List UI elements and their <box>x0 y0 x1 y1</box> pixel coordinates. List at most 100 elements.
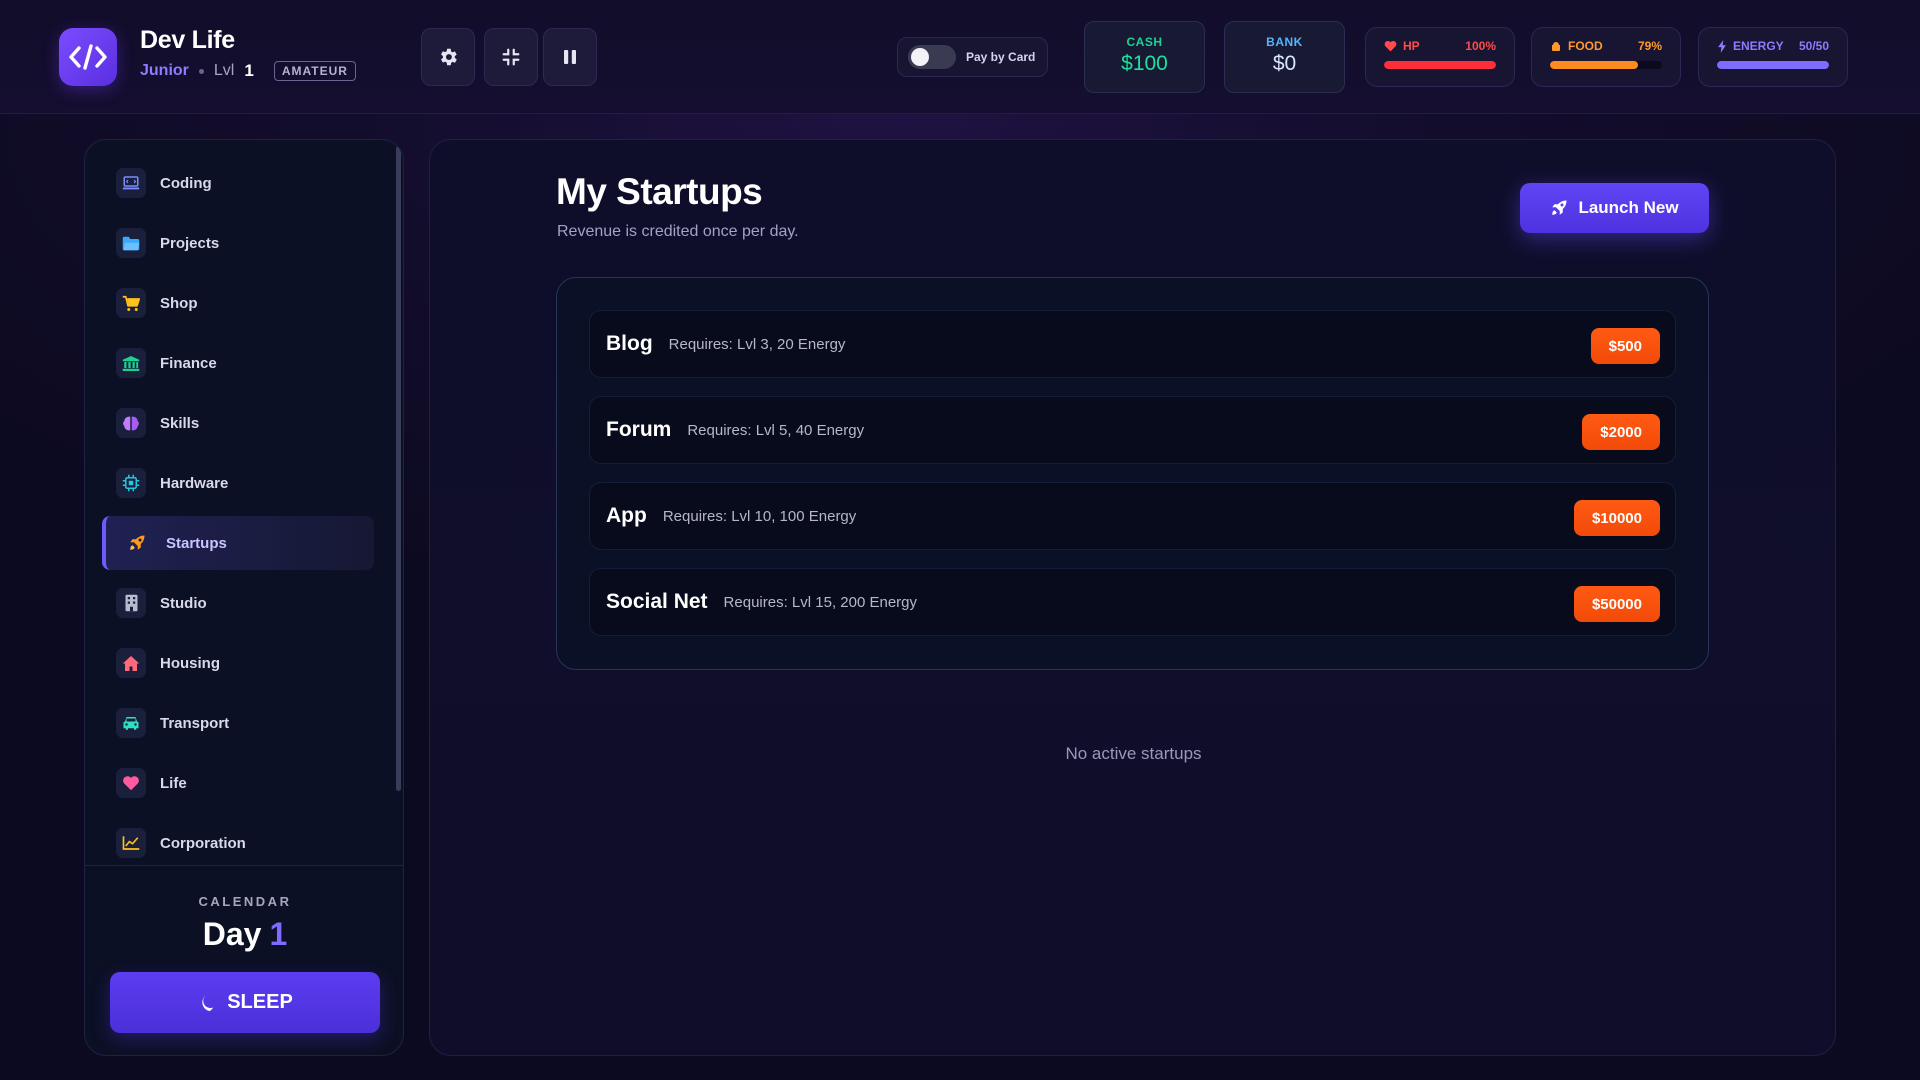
sidebar-item-label: Skills <box>160 414 200 432</box>
pause-icon <box>564 50 576 64</box>
chart-icon <box>122 836 140 850</box>
hp-label: HP <box>1403 39 1420 53</box>
sidebar-item-studio[interactable]: Studio <box>102 576 374 630</box>
buy-startup-button[interactable]: $10000 <box>1573 500 1660 536</box>
moon-icon <box>202 993 214 1011</box>
player-rank: Junior <box>140 62 189 79</box>
heart-icon <box>123 776 139 791</box>
startup-option-blog: Blog Requires: Lvl 3, 20 Energy $500 <box>589 310 1676 378</box>
launch-new-button[interactable]: Launch New <box>1520 183 1709 233</box>
app-title: Dev Life <box>140 26 235 54</box>
startup-name: Blog <box>606 332 653 355</box>
sidebar: Coding Projects Shop Finance Skills Hard… <box>84 139 404 1056</box>
top-bar: Dev Life Junior Lvl 1 AMATEUR Pay by Car… <box>0 0 1920 114</box>
sidebar-item-projects[interactable]: Projects <box>102 216 374 270</box>
page-subtitle: Revenue is credited once per day. <box>557 223 799 240</box>
sidebar-item-housing[interactable]: Housing <box>102 636 374 690</box>
energy-label: ENERGY <box>1733 39 1784 53</box>
startup-requirements: Requires: Lvl 3, 20 Energy <box>668 335 846 353</box>
heart-icon <box>1384 40 1397 52</box>
cash-label: CASH <box>1126 35 1163 49</box>
hp-value: 100% <box>1465 39 1496 53</box>
sidebar-item-label: Projects <box>160 234 220 252</box>
tier-badge: AMATEUR <box>273 61 356 81</box>
sidebar-item-label: Finance <box>160 354 217 372</box>
empty-state-text: No active startups <box>1065 744 1202 763</box>
pay-by-card-toggle[interactable]: Pay by Card <box>897 37 1048 77</box>
energy-stat: ENERGY 50/50 <box>1698 27 1848 87</box>
toggle-switch[interactable] <box>908 45 956 69</box>
sidebar-item-skills[interactable]: Skills <box>102 396 374 450</box>
sidebar-item-label: Startups <box>166 534 227 552</box>
sidebar-item-coding[interactable]: Coding <box>102 156 374 210</box>
pause-button[interactable] <box>543 28 597 86</box>
cash-value: $100 <box>1121 52 1168 75</box>
gear-icon <box>441 48 457 66</box>
sidebar-item-label: Transport <box>160 714 230 732</box>
sleep-button[interactable]: SLEEP <box>110 972 380 1033</box>
energy-bar <box>1717 61 1829 69</box>
pay-by-card-label: Pay by Card <box>966 50 1036 64</box>
energy-value: 50/50 <box>1798 39 1829 53</box>
buy-startup-button[interactable]: $2000 <box>1582 414 1660 450</box>
bank-display: BANK $0 <box>1224 21 1345 93</box>
calendar-label: CALENDAR <box>198 894 292 909</box>
level-label: Lvl <box>213 62 235 79</box>
food-stat: FOOD 79% <box>1531 27 1681 87</box>
food-bar <box>1550 61 1662 69</box>
fullscreen-exit-button[interactable] <box>484 28 538 86</box>
page-title: My Startups <box>556 171 763 212</box>
sidebar-item-life[interactable]: Life <box>102 756 374 810</box>
code-icon <box>69 44 107 70</box>
empty-state-message: No active startups <box>430 744 1837 764</box>
startup-requirements: Requires: Lvl 15, 200 Energy <box>723 593 917 611</box>
startup-name: App <box>606 504 647 527</box>
sidebar-item-shop[interactable]: Shop <box>102 276 374 330</box>
car-icon <box>123 717 139 730</box>
rocket-icon <box>1552 200 1567 215</box>
sidebar-item-label: Hardware <box>160 474 229 492</box>
day-label: Day <box>202 916 262 952</box>
sidebar-item-transport[interactable]: Transport <box>102 696 374 750</box>
divider <box>85 865 403 866</box>
sidebar-item-label: Housing <box>160 654 220 672</box>
startup-name: Social Net <box>606 590 708 613</box>
startup-requirements: Requires: Lvl 5, 40 Energy <box>687 421 865 439</box>
sidebar-scrollbar[interactable] <box>396 146 401 791</box>
bank-icon <box>122 355 140 371</box>
hp-stat: HP 100% <box>1365 27 1515 87</box>
settings-button[interactable] <box>421 28 475 86</box>
food-icon <box>1552 42 1560 51</box>
sidebar-item-startups[interactable]: Startups <box>102 516 374 570</box>
folder-icon <box>122 236 140 250</box>
bank-label: BANK <box>1266 35 1303 49</box>
house-icon <box>122 655 140 671</box>
separator-dot <box>198 68 204 74</box>
building-icon <box>125 594 137 612</box>
sidebar-item-finance[interactable]: Finance <box>102 336 374 390</box>
cash-display: CASH $100 <box>1084 21 1205 93</box>
app-logo <box>59 28 117 86</box>
sidebar-item-label: Corporation <box>160 834 246 852</box>
sidebar-item-label: Studio <box>160 594 207 612</box>
day-value: 1 <box>269 916 288 952</box>
buy-startup-button[interactable]: $500 <box>1590 328 1660 364</box>
brain-icon <box>123 416 139 430</box>
food-bar-fill <box>1550 61 1639 69</box>
startup-option-social-net: Social Net Requires: Lvl 15, 200 Energy … <box>589 568 1676 636</box>
level-value: 1 <box>244 61 254 80</box>
startup-requirements: Requires: Lvl 10, 100 Energy <box>662 507 857 525</box>
launch-new-label: Launch New <box>1578 198 1679 217</box>
sidebar-item-label: Shop <box>160 294 198 312</box>
cart-icon <box>122 295 140 311</box>
hp-bar <box>1384 61 1496 69</box>
buy-startup-button[interactable]: $50000 <box>1573 586 1660 622</box>
sidebar-item-corporation[interactable]: Corporation <box>102 816 374 870</box>
laptop-icon <box>122 176 140 190</box>
sidebar-item-hardware[interactable]: Hardware <box>102 456 374 510</box>
toggle-knob <box>911 48 929 66</box>
food-label: FOOD <box>1568 39 1603 53</box>
startup-option-app: App Requires: Lvl 10, 100 Energy $10000 <box>589 482 1676 550</box>
sidebar-item-label: Coding <box>160 174 212 192</box>
startup-options-panel: Blog Requires: Lvl 3, 20 Energy $500 For… <box>556 277 1709 670</box>
